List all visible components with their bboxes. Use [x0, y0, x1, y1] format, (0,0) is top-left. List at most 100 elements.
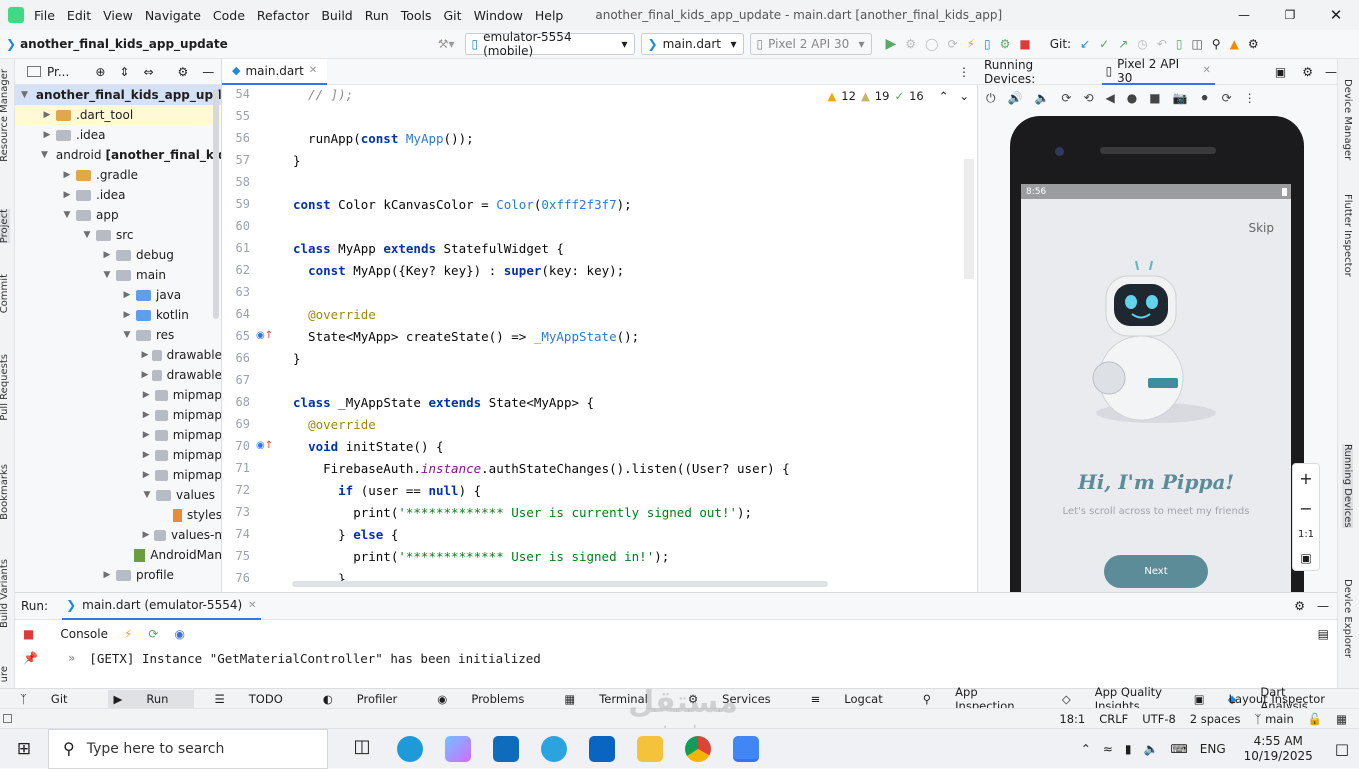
back-icon[interactable]: ◀ — [1106, 91, 1115, 105]
caret-position[interactable]: 18:1 — [1059, 712, 1085, 726]
tree-node[interactable]: AndroidMan — [15, 545, 221, 565]
menu-item-edit[interactable]: Edit — [67, 8, 91, 23]
chevron-right-icon[interactable]: ▶ — [141, 390, 152, 400]
expand-all-icon[interactable]: ⇕ — [119, 65, 129, 79]
keyboard-icon[interactable]: ⌨ — [1170, 742, 1187, 756]
device-mirror-icon[interactable]: ▯ — [1176, 37, 1183, 51]
scrollbar[interactable] — [213, 89, 219, 319]
build-variants-tab[interactable]: Build Variants — [0, 559, 10, 628]
store-icon[interactable] — [493, 735, 519, 762]
close-tab-icon[interactable]: ✕ — [309, 65, 317, 76]
menu-item-view[interactable]: View — [103, 8, 133, 23]
search-icon[interactable]: ⚲ — [1212, 37, 1221, 51]
zoom-in-icon[interactable]: + — [1299, 469, 1312, 488]
tree-node[interactable]: ▼ android [another_final_kids — [15, 145, 221, 165]
home-icon[interactable]: ● — [1127, 91, 1137, 105]
menu-item-refactor[interactable]: Refactor — [257, 8, 309, 23]
override-gutter-icon[interactable]: ◉↑ — [256, 330, 273, 341]
sync-icon[interactable]: ⚙ — [1000, 37, 1011, 51]
device-screen[interactable]: 8:56 Skip Hi, I'm Pippa! Let's scroll ac… — [1021, 184, 1291, 592]
skip-button[interactable]: Skip — [1248, 221, 1274, 235]
resource-manager-tab[interactable]: Resource Manager — [0, 69, 10, 162]
layout-icon[interactable]: ▣ — [1275, 65, 1286, 79]
status-square-icon[interactable] — [3, 714, 12, 723]
next-button[interactable]: Next — [1104, 555, 1208, 588]
profiler-tool[interactable]: ◐ Profiler — [323, 692, 418, 706]
chevron-right-icon[interactable]: ▶ — [141, 370, 149, 380]
tree-node[interactable]: ▶ mipmap — [15, 445, 221, 465]
device-selector[interactable]: ▯ emulator-5554 (mobile) ▾ — [464, 30, 635, 58]
avd-selector[interactable]: ▯ Pixel 2 API 30 ▾ — [749, 33, 872, 55]
close-tab-icon[interactable]: ✕ — [1203, 65, 1211, 76]
chevron-down-icon[interactable]: ▼ — [141, 490, 153, 500]
settings-icon[interactable]: ⚙ — [178, 65, 189, 79]
layout-inspector-tool[interactable]: ▣ Layout Inspector — [1194, 692, 1345, 706]
code-line[interactable]: void initState() { — [293, 439, 443, 454]
tree-node[interactable]: ▶ mipmap — [15, 385, 221, 405]
indent-setting[interactable]: 2 spaces — [1190, 712, 1241, 726]
chevron-right-icon[interactable]: ▶ — [61, 190, 73, 200]
code-line[interactable]: @override — [293, 417, 376, 432]
editor-tab-main-dart[interactable]: ◆ main.dart ✕ — [222, 58, 328, 85]
zoom-1-1-button[interactable]: 1:1 — [1298, 529, 1314, 540]
menu-item-window[interactable]: Window — [474, 8, 523, 23]
hide-icon[interactable]: — — [1325, 65, 1337, 79]
battery-icon[interactable]: ▮ — [1125, 742, 1132, 756]
chevron-right-icon[interactable]: ▶ — [141, 430, 152, 440]
tree-node[interactable]: ▶ java — [15, 285, 221, 305]
tree-node[interactable]: ▶ .gradle — [15, 165, 221, 185]
tree-node[interactable]: ▶ values-n — [15, 525, 221, 545]
hot-restart-icon[interactable]: ⟳ — [148, 627, 158, 641]
chevron-down-icon[interactable]: ▼ — [21, 90, 28, 100]
running-devices-tab[interactable]: Running Devices — [1342, 444, 1353, 528]
more-icon[interactable]: ⋮ — [1244, 91, 1256, 105]
chevron-right-icon[interactable]: ▶ — [41, 130, 53, 140]
flutter-inspector-tab[interactable]: Flutter Inspector — [1342, 194, 1353, 277]
volume-up-icon[interactable]: 🔊 — [1008, 91, 1023, 105]
history-icon[interactable]: ◷ — [1137, 37, 1147, 51]
volume-icon[interactable]: 🔈 — [1144, 742, 1159, 756]
chevron-down-icon[interactable]: ▼ — [121, 330, 133, 340]
code-line[interactable]: const MyApp({Key? key}) : super(key: key… — [293, 263, 624, 278]
volume-down-icon[interactable]: 🔈 — [1034, 91, 1049, 105]
code-line[interactable]: State<MyApp> createState() => _MyAppStat… — [293, 329, 639, 344]
tree-node[interactable]: ▼ app — [15, 205, 221, 225]
hide-icon[interactable]: — — [1317, 599, 1329, 613]
copilot-icon[interactable] — [445, 735, 471, 762]
debug-icon[interactable]: ⚙ — [905, 37, 916, 51]
update-icon[interactable]: ▲ — [1230, 37, 1239, 51]
line-separator[interactable]: CRLF — [1099, 712, 1128, 726]
tree-node[interactable]: ▶ mipmap — [15, 405, 221, 425]
code-line[interactable]: } — [293, 153, 301, 168]
git-tool[interactable]: ᛉ Git — [20, 692, 88, 706]
menu-item-run[interactable]: Run — [365, 8, 389, 23]
chevron-right-icon[interactable]: ▶ — [121, 290, 133, 300]
tree-node[interactable]: ▶ kotlin — [15, 305, 221, 325]
settings-icon[interactable]: ⚙ — [1294, 599, 1305, 613]
windows-start-icon[interactable]: ⊞ — [0, 739, 48, 759]
code-line[interactable]: class MyApp extends StatefulWidget { — [293, 241, 564, 256]
chevron-right-icon[interactable]: ▶ — [141, 450, 152, 460]
overview-icon[interactable]: ■ — [1149, 91, 1160, 105]
pull-requests-tab[interactable]: Pull Requests — [0, 354, 10, 421]
chevron-right-icon[interactable]: ▶ — [141, 350, 149, 360]
rotate-right-icon[interactable]: ⟲ — [1083, 91, 1093, 105]
git-update-icon[interactable]: ↙ — [1080, 37, 1090, 51]
device-explorer-tab[interactable]: Device Explorer — [1342, 579, 1353, 658]
more-tabs-icon[interactable]: ⋮ — [958, 65, 970, 79]
settings-icon[interactable]: ⚙ — [1302, 65, 1313, 79]
clock[interactable]: 4:55 AM 10/19/2025 — [1244, 734, 1313, 764]
chevron-right-icon[interactable]: ▶ — [101, 570, 113, 580]
rotate-left-icon[interactable]: ⟳ — [1061, 91, 1071, 105]
power-icon[interactable]: ⏻ — [986, 91, 996, 106]
menu-item-navigate[interactable]: Navigate — [145, 8, 201, 23]
git-push-icon[interactable]: ↗ — [1118, 37, 1128, 51]
console-tab[interactable]: Console — [60, 627, 108, 641]
android-studio-taskbar-icon[interactable] — [733, 735, 759, 762]
chrome-icon[interactable] — [685, 735, 711, 762]
hide-icon[interactable]: — — [202, 65, 214, 79]
chevron-right-icon[interactable]: ▶ — [101, 250, 113, 260]
chevron-down-icon[interactable]: ▼ — [61, 210, 73, 220]
code-area[interactable]: 54 // ]); 55 56 runApp(const MyApp()); 57} 5… — [222, 85, 962, 582]
edge-icon[interactable] — [397, 735, 423, 762]
